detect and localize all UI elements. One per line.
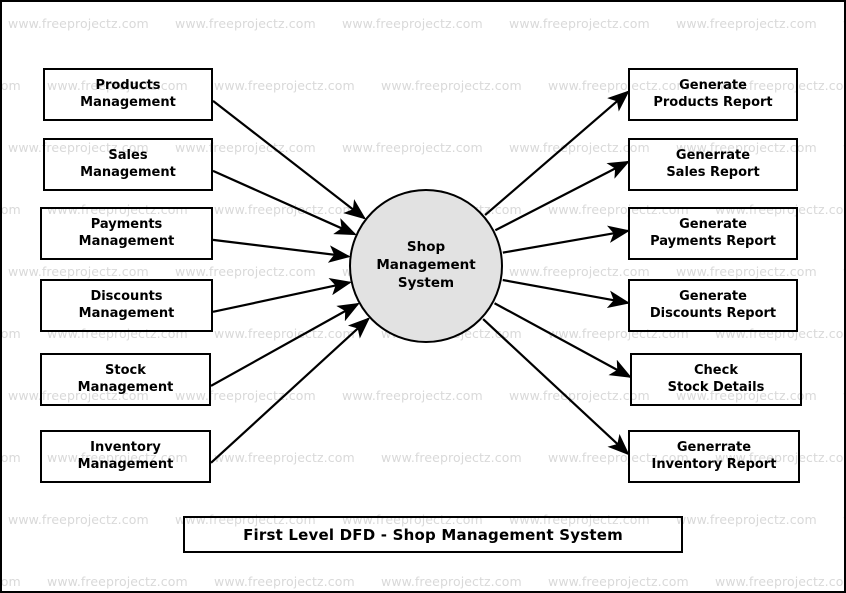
flow-edge-out — [502, 278, 631, 308]
entity-discounts-management[interactable]: Discounts Management — [40, 279, 213, 332]
entity-label: Generate Discounts Report — [649, 288, 777, 321]
entity-label: Payments Management — [78, 216, 175, 249]
watermark-text: www.freeprojectz.com — [214, 326, 355, 341]
entity-generate-inventory-report[interactable]: Generrate Inventory Report — [628, 430, 800, 483]
watermark-text: www.freeprojectz.com — [509, 16, 650, 31]
watermark-text: www.freeprojectz.com — [381, 78, 522, 93]
watermark-text: www.freeprojectz.com — [342, 16, 483, 31]
flow-edge-in — [212, 277, 352, 313]
entity-label: Inventory Management — [77, 439, 174, 472]
watermark-text: www.freeprojectz.com — [509, 388, 650, 403]
entity-generate-sales-report[interactable]: Generrate Sales Report — [628, 138, 798, 191]
watermark-text: www.freeprojectz.com — [509, 264, 650, 279]
entity-sales-management[interactable]: Sales Management — [43, 138, 213, 191]
flow-edge-out — [502, 225, 631, 254]
watermark-text: www.freeprojectz.com — [175, 264, 316, 279]
entity-label: Generate Payments Report — [650, 216, 776, 249]
watermark-text: www.freeprojectz.com — [0, 450, 21, 465]
process-label: Shop Management System — [376, 239, 476, 291]
watermark-text: www.freeprojectz.com — [214, 450, 355, 465]
dfd-canvas: www.freeprojectz.com www.freeprojectz.com… — [0, 0, 846, 593]
entity-label: Sales Management — [80, 147, 176, 180]
entity-inventory-management[interactable]: Inventory Management — [40, 430, 211, 483]
entity-label: Generrate Sales Report — [666, 147, 760, 180]
flow-edge-out — [494, 160, 630, 232]
watermark-text: www.freeprojectz.com — [676, 512, 817, 527]
watermark-text: www.freeprojectz.com — [715, 574, 846, 589]
flow-edge-in — [212, 238, 351, 263]
entity-label: Check Stock Details — [667, 362, 765, 395]
entity-products-management[interactable]: Products Management — [43, 68, 213, 121]
watermark-text: www.freeprojectz.com — [381, 450, 522, 465]
process-shop-management-system[interactable]: Shop Management System — [349, 189, 503, 343]
watermark-text: www.freeprojectz.com — [342, 140, 483, 155]
entity-label: Stock Management — [77, 362, 174, 395]
watermark-text: www.freeprojectz.com — [0, 574, 21, 589]
watermark-text: www.freeprojectz.com — [676, 264, 817, 279]
flow-edge-in — [212, 99, 367, 220]
watermark-text: www.freeprojectz.com — [175, 16, 316, 31]
flow-edge-in — [210, 302, 360, 387]
flow-edge-out — [484, 90, 630, 216]
diagram-caption: First Level DFD - Shop Management System — [183, 516, 683, 553]
flow-edge-in — [210, 317, 371, 464]
watermark-text: www.freeprojectz.com — [548, 574, 689, 589]
watermark-text: www.freeprojectz.com — [8, 264, 149, 279]
watermark-text: www.freeprojectz.com — [8, 16, 149, 31]
flow-edge-out — [494, 302, 632, 378]
entity-label: Generrate Inventory Report — [651, 439, 777, 472]
entity-stock-management[interactable]: Stock Management — [40, 353, 211, 406]
watermark-text: www.freeprojectz.com — [214, 574, 355, 589]
watermark-text: www.freeprojectz.com — [214, 202, 355, 217]
watermark-text: www.freeprojectz.com — [0, 202, 21, 217]
entity-generate-products-report[interactable]: Generate Products Report — [628, 68, 798, 121]
watermark-text: www.freeprojectz.com — [0, 326, 21, 341]
flow-edge-out — [482, 318, 630, 456]
entity-generate-discounts-report[interactable]: Generate Discounts Report — [628, 279, 798, 332]
watermark-text: www.freeprojectz.com — [342, 388, 483, 403]
watermark-text: www.freeprojectz.com — [214, 78, 355, 93]
entity-label: Products Management — [80, 77, 176, 110]
entity-generate-payments-report[interactable]: Generate Payments Report — [628, 207, 798, 260]
entity-payments-management[interactable]: Payments Management — [40, 207, 213, 260]
entity-check-stock-details[interactable]: Check Stock Details — [630, 353, 802, 406]
watermark-text: www.freeprojectz.com — [0, 78, 21, 93]
watermark-text: www.freeprojectz.com — [8, 512, 149, 527]
watermark-text: www.freeprojectz.com — [381, 574, 522, 589]
watermark-text: www.freeprojectz.com — [676, 16, 817, 31]
entity-label: Discounts Management — [78, 288, 175, 321]
watermark-text: www.freeprojectz.com — [47, 574, 188, 589]
flow-edge-in — [212, 169, 357, 236]
diagram-caption-text: First Level DFD - Shop Management System — [243, 525, 623, 544]
entity-label: Generate Products Report — [653, 77, 773, 110]
